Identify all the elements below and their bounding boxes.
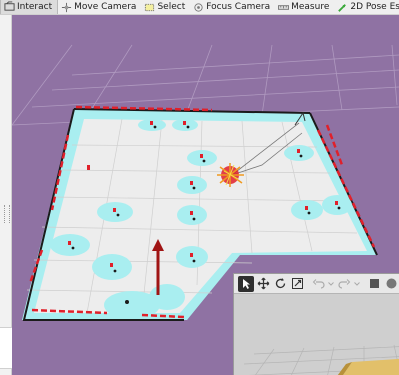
tool-interact-label: Interact: [17, 1, 53, 12]
panel-splitter-handle[interactable]: [4, 205, 10, 223]
redo-icon: [337, 279, 350, 289]
undo-icon: [312, 279, 325, 289]
interact-icon: [4, 1, 15, 11]
tool-move-camera-label: Move Camera: [74, 2, 137, 12]
scale-tool-button[interactable]: [289, 276, 305, 292]
3d-viewport[interactable]: [12, 15, 399, 375]
rotate-tool-button[interactable]: [272, 276, 288, 292]
tool-measure-label: Measure: [291, 2, 330, 12]
tool-select[interactable]: Select: [141, 0, 190, 14]
move-icon: [257, 277, 269, 290]
undo-dropdown[interactable]: [327, 276, 335, 292]
tool-move-camera[interactable]: Move Camera: [58, 0, 141, 14]
redo-button[interactable]: [336, 276, 352, 292]
chevron-down-icon: [328, 282, 334, 286]
select-icon: [145, 3, 155, 11]
secondary-view-panel[interactable]: [233, 273, 399, 375]
scale-icon: [291, 278, 303, 289]
focus-camera-icon: [194, 2, 203, 12]
tool-interact[interactable]: Interact: [0, 0, 59, 14]
move-camera-icon: [62, 2, 72, 12]
chevron-down-icon: [354, 282, 360, 286]
panel-lower-box: [0, 327, 12, 369]
left-side-panel: [0, 15, 12, 375]
stop-button[interactable]: [366, 276, 382, 292]
secondary-3d-view: [234, 294, 399, 375]
secondary-view-toolbar: [234, 274, 399, 294]
pose-estimate-icon: [338, 3, 347, 12]
move-tool-button[interactable]: [255, 276, 271, 292]
tool-2d-pose-estimate[interactable]: 2D Pose Estimate: [334, 0, 399, 14]
tool-measure[interactable]: Measure: [275, 0, 334, 14]
tool-focus-camera-label: Focus Camera: [206, 2, 271, 12]
view-icon: [386, 278, 396, 289]
select-arrow-icon: [242, 279, 250, 289]
undo-button[interactable]: [310, 276, 326, 292]
redo-dropdown[interactable]: [353, 276, 361, 292]
tool-2d-pose-estimate-label: 2D Pose Estimate: [350, 2, 399, 12]
rviz-toolbar: Interact Move Camera Select Focus Camera…: [0, 0, 399, 15]
tool-select-label: Select: [157, 2, 186, 12]
tool-focus-camera[interactable]: Focus Camera: [190, 0, 275, 14]
stop-icon: [369, 279, 379, 288]
view-button[interactable]: [383, 276, 399, 292]
select-tool-button[interactable]: [238, 275, 254, 292]
measure-icon: [278, 4, 290, 10]
rotate-icon: [275, 278, 285, 289]
